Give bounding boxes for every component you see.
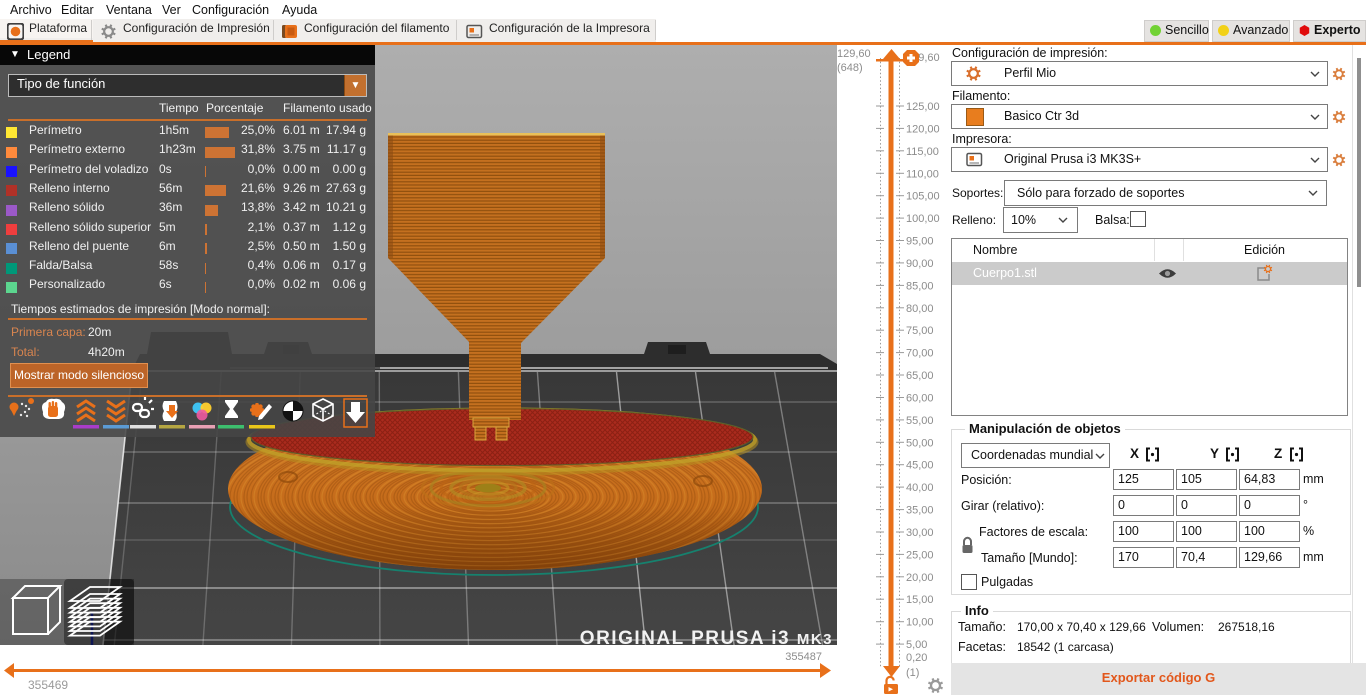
svg-text:110,00: 110,00: [906, 168, 939, 180]
svg-text:40,00: 40,00: [906, 482, 934, 494]
svg-text:50,00: 50,00: [906, 437, 934, 449]
svg-text:20,00: 20,00: [906, 572, 934, 584]
svg-text:ORIGINAL PRUSA i3 MK3: ORIGINAL PRUSA i3 MK3: [580, 628, 833, 645]
svg-text:70,00: 70,00: [906, 348, 934, 360]
svg-text:30,00: 30,00: [906, 527, 934, 539]
svg-text:85,00: 85,00: [906, 280, 934, 292]
svg-text:35,00: 35,00: [906, 505, 934, 517]
svg-text:75,00: 75,00: [906, 325, 934, 337]
svg-text:95,00: 95,00: [906, 236, 934, 248]
svg-text:(648): (648): [837, 62, 863, 74]
svg-text:0,20: 0,20: [906, 652, 927, 664]
svg-text:80,00: 80,00: [906, 303, 934, 315]
svg-text:115,00: 115,00: [906, 146, 939, 158]
svg-text:15,00: 15,00: [906, 594, 934, 606]
svg-text:129,60: 129,60: [837, 48, 871, 60]
svg-text:105,00: 105,00: [906, 191, 940, 203]
svg-text:10,00: 10,00: [906, 617, 934, 629]
svg-text:90,00: 90,00: [906, 258, 934, 270]
svg-text:355487: 355487: [785, 651, 822, 663]
svg-text:100,00: 100,00: [906, 213, 940, 225]
svg-text:125,00: 125,00: [906, 101, 940, 113]
svg-text:120,00: 120,00: [906, 123, 940, 135]
svg-text:5,00: 5,00: [906, 639, 927, 651]
svg-text:60,00: 60,00: [906, 393, 934, 405]
svg-text:25,00: 25,00: [906, 549, 934, 561]
svg-text:(1): (1): [906, 667, 919, 679]
svg-text:355469: 355469: [28, 678, 68, 692]
svg-text:65,00: 65,00: [906, 370, 934, 382]
svg-text:55,00: 55,00: [906, 415, 934, 427]
svg-text:45,00: 45,00: [906, 460, 934, 472]
